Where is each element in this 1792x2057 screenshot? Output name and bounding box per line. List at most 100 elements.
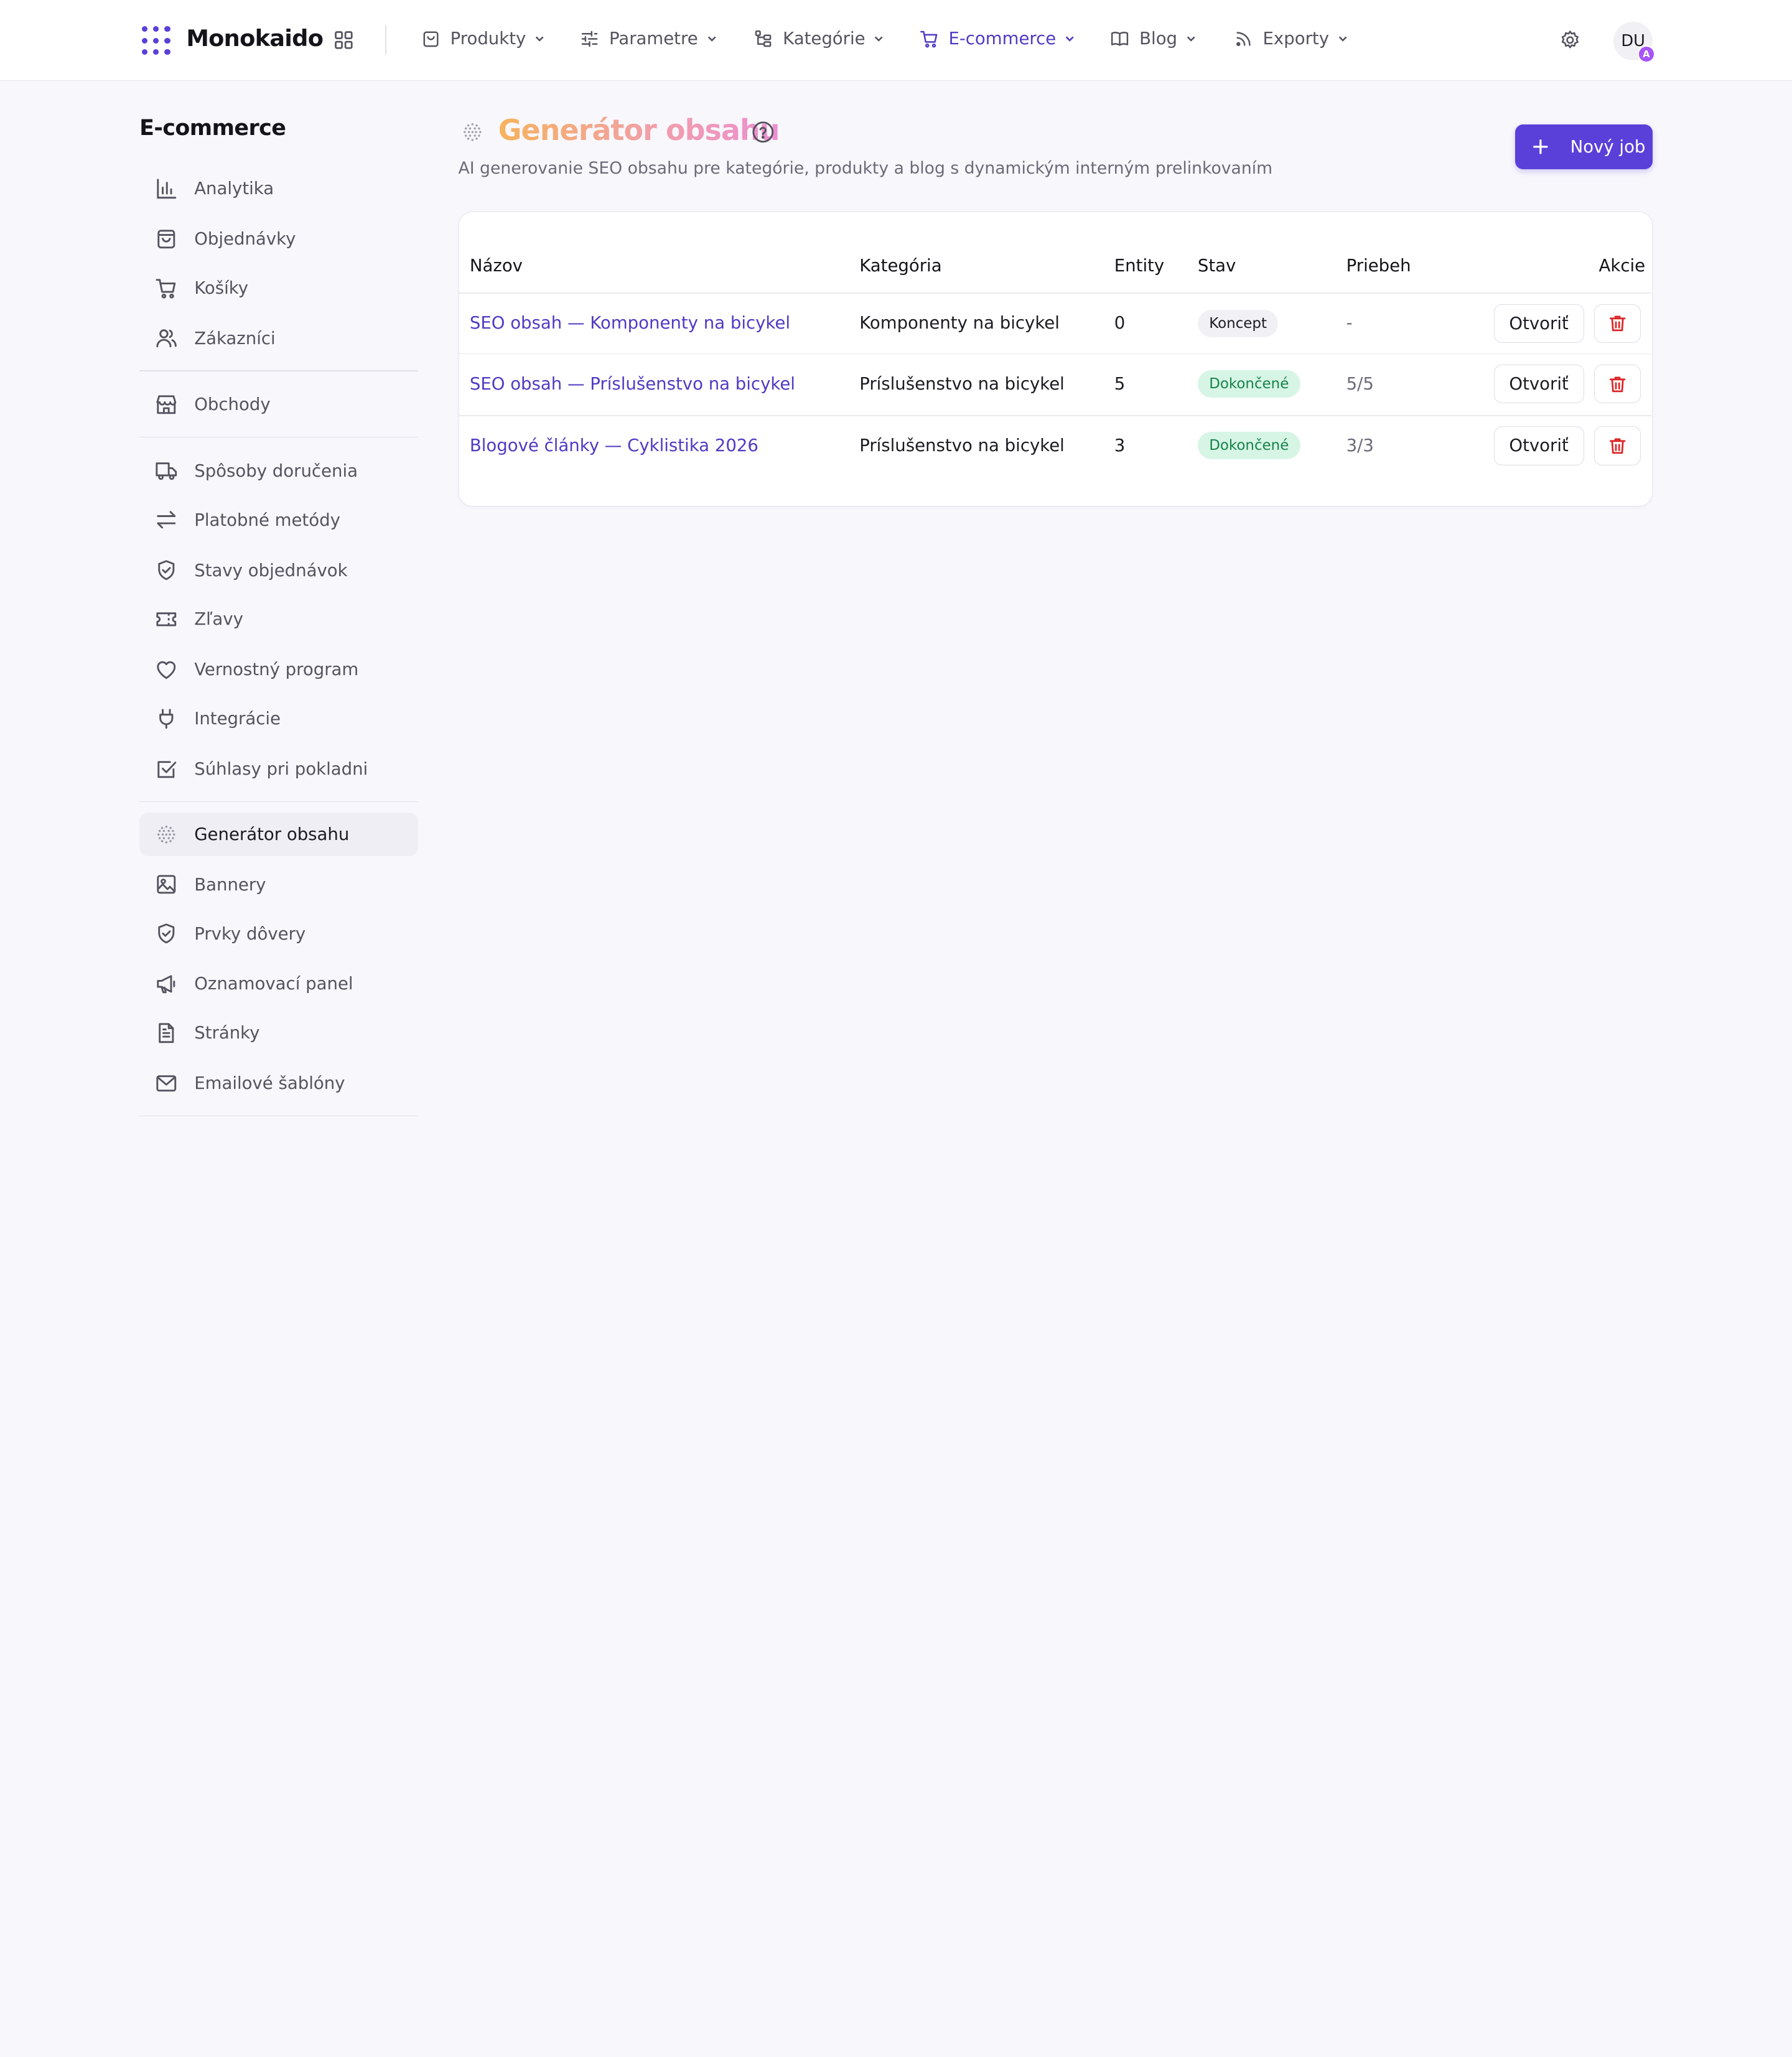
help-circle-icon[interactable] — [751, 120, 775, 144]
sidebar-item-obchody[interactable]: Obchody — [139, 383, 418, 426]
heart-icon — [157, 661, 176, 679]
column-header-kategoria[interactable]: Kategória — [859, 256, 941, 276]
jobs-table — [458, 211, 1653, 506]
brand-name[interactable]: Monokaido — [186, 25, 324, 52]
page: Monokaido Produkty Parametre Kategórie E… — [0, 0, 1792, 1120]
nav-produkty[interactable]: Produkty — [421, 25, 546, 52]
category-tree-icon — [755, 30, 772, 47]
job-entities: 0 — [1114, 313, 1126, 334]
brand-logo-icon[interactable] — [141, 26, 172, 56]
sidebar-item-label: Platobné metódy — [194, 510, 340, 530]
sidebar-item-bannery[interactable]: Bannery — [139, 863, 418, 907]
trash-icon — [1610, 315, 1626, 332]
nav-label: Blog — [1139, 29, 1178, 49]
sidebar-item-label: Spôsoby doručenia — [194, 460, 358, 481]
sidebar-item-label: Objednávky — [194, 228, 296, 249]
bar-chart-icon — [157, 179, 177, 198]
store-icon — [156, 395, 177, 414]
open-button[interactable]: Otvoriť — [1493, 304, 1584, 343]
nav-kategorie[interactable]: Kategórie — [753, 25, 884, 52]
delete-button[interactable] — [1594, 304, 1641, 343]
sidebar-item-emailove-sablony[interactable]: Emailové šablóny — [139, 1061, 418, 1105]
chevron-down-icon — [707, 36, 716, 42]
cart-icon — [156, 278, 176, 299]
new-job-button[interactable]: Nový job — [1515, 124, 1653, 169]
chevron-down-icon — [1065, 36, 1074, 42]
new-job-label: Nový job — [1570, 137, 1646, 157]
sidebar-item-label: Stavy objednávok — [194, 560, 348, 581]
chevron-down-icon — [1338, 36, 1347, 42]
page-subtitle: AI generovanie SEO obsahu pre kategórie,… — [458, 159, 1273, 179]
sidebar-item-analytika[interactable]: Analytika — [139, 167, 418, 210]
job-name-link[interactable]: Blogové články — Cyklistika 2026 — [470, 436, 758, 455]
open-button[interactable]: Otvoriť — [1493, 364, 1584, 404]
sidebar-item-label: Analytika — [194, 179, 274, 199]
shopping-bag-icon — [157, 229, 175, 248]
sidebar-item-kosiky[interactable]: Košíky — [139, 266, 418, 310]
book-open-icon — [1111, 31, 1129, 46]
column-header-nazov[interactable]: Názov — [470, 256, 523, 276]
sidebar-item-suhlasy-pri-pokladni[interactable]: Súhlasy pri pokladni — [139, 747, 418, 791]
nav-exporty[interactable]: Exporty — [1233, 25, 1348, 52]
sidebar-item-sposoby-dorucenia[interactable]: Spôsoby doručenia — [139, 449, 418, 493]
delete-button[interactable] — [1594, 364, 1641, 404]
sidebar-item-objednavky[interactable]: Objednávky — [139, 217, 418, 261]
gear-icon[interactable] — [1559, 29, 1582, 52]
sidebar-item-prvky-dovery[interactable]: Prvky dôvery — [139, 912, 418, 956]
trash-icon — [1610, 438, 1626, 454]
open-button[interactable]: Otvoriť — [1493, 426, 1584, 465]
image-icon — [157, 875, 176, 894]
sidebar-item-vernostny-program[interactable]: Vernostný program — [139, 648, 418, 691]
sparkle-globe-icon — [464, 123, 482, 141]
status-badge: Koncept — [1197, 309, 1279, 337]
apps-grid-icon[interactable] — [332, 29, 355, 52]
column-header-entity[interactable]: Entity — [1114, 256, 1164, 276]
job-name-link[interactable]: SEO obsah — Príslušenstvo na bicykel — [470, 374, 795, 394]
sidebar-item-label: Integrácie — [194, 709, 281, 729]
nav-blog[interactable]: Blog — [1109, 25, 1197, 52]
column-header-priebeh[interactable]: Priebeh — [1346, 256, 1411, 276]
nav-parametre[interactable]: Parametre — [579, 25, 717, 52]
job-progress: 3/3 — [1346, 435, 1374, 455]
truck-icon — [156, 462, 177, 480]
sidebar-title: E-commerce — [139, 115, 286, 141]
sidebar-item-label: Vernostný program — [194, 660, 359, 680]
nav-divider — [385, 25, 386, 55]
job-name-link[interactable]: SEO obsah — Komponenty na bicykel — [470, 313, 790, 333]
job-progress: - — [1346, 313, 1353, 334]
column-header-akcie: Akcie — [1598, 256, 1646, 276]
sidebar-item-label: Košíky — [194, 278, 249, 298]
job-category: Príslušenstvo na bicykel — [859, 373, 1065, 394]
sidebar-item-oznamovaci-panel[interactable]: Oznamovací panel — [139, 963, 418, 1006]
plug-icon — [159, 709, 174, 729]
sidebar-item-platobne-metody[interactable]: Platobné metódy — [139, 498, 418, 542]
cart-icon — [920, 30, 938, 48]
sidebar-item-zlavy[interactable]: Zľavy — [139, 598, 418, 641]
sidebar-item-generator-obsahu[interactable]: Generátor obsahu — [139, 812, 419, 856]
sparkle-globe-icon — [157, 825, 175, 844]
sidebar-item-label: Zákazníci — [194, 328, 276, 348]
chevron-down-icon — [535, 36, 544, 42]
delete-button[interactable] — [1594, 426, 1641, 465]
nav-ecommerce[interactable]: E-commerce — [919, 25, 1076, 52]
sidebar-item-zakaznici[interactable]: Zákazníci — [139, 317, 418, 360]
megaphone-icon — [157, 975, 175, 994]
top-navbar: Monokaido Produkty Parametre Kategórie E… — [0, 0, 1792, 82]
job-entities: 3 — [1114, 435, 1126, 455]
column-header-stav[interactable]: Stav — [1198, 256, 1236, 276]
sidebar-item-stavy-objednavok[interactable]: Stavy objednávok — [139, 549, 418, 592]
sidebar-item-integracie[interactable]: Integrácie — [139, 697, 418, 740]
users-icon — [156, 329, 177, 348]
trash-icon — [1610, 376, 1626, 392]
table-divider — [459, 292, 1652, 294]
mail-icon — [156, 1075, 177, 1092]
shield-check-icon — [158, 923, 175, 944]
nav-label: Parametre — [609, 29, 698, 49]
sidebar-item-label: Zľavy — [194, 609, 243, 630]
shield-check-icon — [158, 560, 175, 581]
ticket-icon — [156, 612, 177, 627]
sidebar-item-stranky[interactable]: Stránky — [139, 1011, 418, 1055]
job-category: Príslušenstvo na bicykel — [859, 435, 1065, 455]
sidebar-item-label: Súhlasy pri pokladni — [194, 759, 368, 780]
table-divider — [459, 353, 1652, 355]
